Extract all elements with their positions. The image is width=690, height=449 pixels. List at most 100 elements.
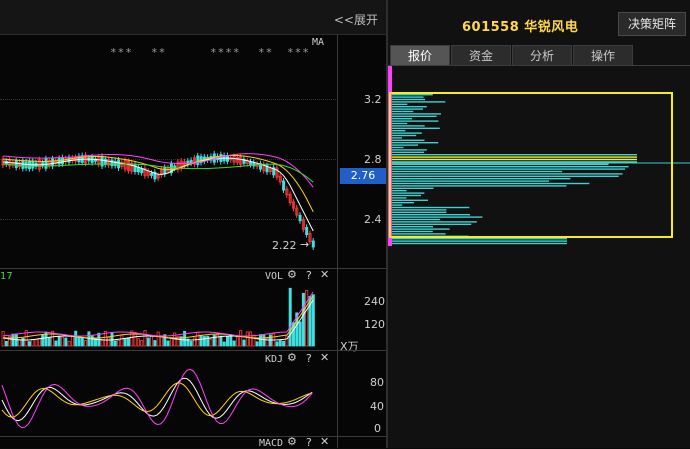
gear-icon[interactable]: ⚙ — [287, 268, 297, 281]
chip-bar — [392, 170, 563, 173]
volume-bar — [153, 340, 157, 347]
tab-analysis[interactable]: 分析 — [512, 45, 572, 66]
candle-body — [163, 166, 167, 175]
volume-bar — [206, 335, 210, 347]
close-icon[interactable]: ✕ — [320, 351, 329, 364]
chip-bar — [392, 242, 567, 245]
tab-quote[interactable]: 报价 — [390, 45, 450, 66]
gear-icon[interactable]: ⚙ — [287, 435, 297, 448]
volume-bar — [202, 336, 206, 347]
chip-bar — [392, 240, 567, 242]
volume-bar — [245, 331, 249, 347]
help-icon[interactable]: ? — [306, 269, 312, 282]
volume-bar — [64, 337, 68, 347]
kdj-line — [1, 368, 313, 429]
volume-bar — [235, 336, 239, 347]
chip-bar — [392, 146, 404, 149]
chip-bar — [392, 127, 440, 129]
candle-body — [305, 226, 309, 236]
candle-body — [110, 159, 114, 167]
volume-bar — [61, 336, 65, 347]
chip-bar — [392, 228, 450, 230]
kdj-tick: 0 — [374, 422, 381, 435]
volume-bar — [166, 340, 170, 347]
close-icon[interactable]: ✕ — [320, 435, 329, 448]
candle-body — [212, 153, 216, 163]
price-tick: 3.2 — [364, 93, 382, 106]
chip-bar — [392, 94, 433, 96]
candle-body — [67, 156, 71, 163]
chip-bar — [392, 180, 550, 182]
chip-bar — [392, 98, 426, 101]
volume-bar — [110, 331, 114, 347]
axis-separator — [337, 34, 338, 448]
volume-bar — [74, 330, 78, 347]
chip-bar — [392, 108, 423, 110]
chip-bar — [392, 233, 446, 235]
volume-bar — [57, 335, 61, 347]
expand-button[interactable]: <<展开 — [334, 11, 378, 28]
volume-bar — [146, 337, 150, 347]
volume-bar — [192, 337, 196, 347]
kdj-line — [1, 377, 313, 422]
chip-bar — [392, 132, 422, 134]
volume-bar — [189, 340, 193, 347]
chip-bar — [392, 230, 433, 233]
candle-body — [150, 172, 154, 176]
price-tick: 2.8 — [364, 153, 382, 166]
chip-bar — [392, 115, 437, 117]
volume-bar — [252, 334, 256, 347]
chip-bar — [392, 238, 567, 240]
volume-bar — [262, 334, 266, 347]
help-icon[interactable]: ? — [306, 436, 312, 449]
volume-bar — [298, 321, 302, 347]
decision-matrix-button[interactable]: 决策矩阵 — [618, 12, 686, 36]
volume-bar — [219, 335, 223, 347]
volume-bar — [77, 336, 81, 347]
kdj-plot — [1, 368, 313, 429]
volume-ma-line — [2, 291, 314, 337]
chip-bar — [392, 101, 446, 103]
volume-bar — [278, 340, 282, 347]
tab-funds[interactable]: 资金 — [451, 45, 511, 66]
candle-body — [196, 155, 200, 165]
volume-bar — [34, 338, 38, 347]
chip-bar — [392, 197, 407, 199]
chip-distribution — [388, 66, 690, 246]
volume-bar — [130, 330, 134, 347]
volume-bar — [113, 340, 117, 347]
chip-bar — [392, 106, 427, 108]
gear-icon[interactable]: ⚙ — [287, 351, 297, 364]
chip-bar — [392, 151, 425, 153]
chip-bar — [392, 130, 406, 132]
tab-operation[interactable]: 操作 — [573, 45, 633, 66]
volume-bar — [305, 289, 309, 347]
volume-bar — [120, 334, 124, 347]
arrow-icon: → — [300, 238, 310, 251]
chip-bar — [392, 158, 637, 161]
chip-bar — [392, 154, 637, 156]
chip-bar — [392, 113, 442, 115]
close-icon[interactable]: ✕ — [320, 268, 329, 281]
kline-chart-area[interactable]: <<展开 *** ** **** ** *** MA 2.22 → 3.2 2.… — [0, 0, 386, 449]
volume-bar — [288, 287, 292, 347]
volume-unit: X万 — [340, 340, 359, 353]
volume-bar — [140, 340, 144, 347]
chip-bar — [392, 178, 571, 180]
volume-bar — [136, 338, 140, 347]
chip-bar — [392, 218, 441, 221]
chip-bar — [392, 211, 447, 213]
chip-bar — [392, 110, 414, 113]
chip-bar — [392, 187, 434, 189]
volume-bar — [143, 330, 147, 347]
volume-bar — [117, 339, 121, 347]
candle-body — [57, 158, 61, 165]
stock-title: 601558 华锐风电 — [462, 20, 579, 35]
chip-bar — [392, 122, 408, 125]
volume-bar — [311, 294, 315, 347]
chip-bar — [392, 134, 417, 137]
candle-body — [298, 214, 302, 222]
volume-bar — [222, 341, 226, 347]
vol-ma-fragment: 17 — [0, 271, 13, 282]
candle-body — [14, 160, 18, 168]
